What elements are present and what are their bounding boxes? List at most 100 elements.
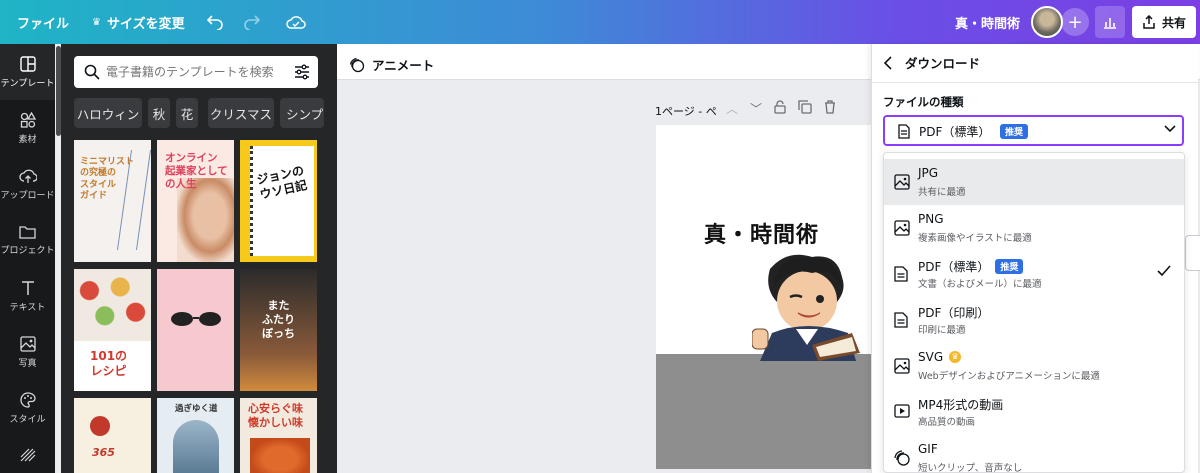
template-thumb-diary[interactable]: ジョンの ウソ日記 [240, 140, 317, 262]
redo-icon[interactable] [241, 11, 263, 33]
file-type-label: ファイルの種類 [883, 95, 964, 109]
photo-icon [19, 335, 36, 352]
rail-label-projects: プロジェクト [0, 245, 55, 256]
plus-icon: + [1067, 11, 1083, 33]
template-thumb-365[interactable]: 365 [74, 398, 151, 473]
back-icon[interactable] [883, 55, 893, 70]
filter-icon[interactable] [294, 64, 310, 80]
lock-icon[interactable] [774, 100, 786, 114]
chevron-down-icon[interactable]: ﹀ [750, 100, 762, 117]
thumb-title: また ふたり ぼっち [262, 299, 295, 340]
option-pdf-print[interactable]: PDF（印刷） 印刷に最適 [884, 297, 1184, 343]
template-thumb-comfort-food[interactable]: 心安らぐ味 懐かしい味 [240, 398, 317, 473]
gif-icon [894, 450, 910, 466]
option-name: PNG [918, 212, 944, 226]
option-desc: 短いクリップ、音声なし [918, 463, 1023, 473]
thumb-title: 過ぎゆく道 [175, 404, 218, 414]
crown-icon: ♛ [949, 351, 962, 363]
share-icon [1143, 15, 1155, 29]
option-name: MP4形式の動画 [918, 398, 1004, 412]
option-name: PDF（印刷） [918, 306, 990, 320]
rail-scrollbar[interactable] [56, 46, 61, 136]
option-desc: 印刷に最適 [918, 325, 966, 336]
duplicate-icon[interactable] [798, 100, 812, 114]
template-thumb-path[interactable]: 過ぎゆく道 [157, 398, 234, 473]
undo-icon[interactable] [204, 11, 226, 33]
page-label[interactable]: 1ページ - ペ [655, 103, 717, 119]
chip-autumn[interactable]: 秋 [148, 98, 170, 128]
rail-item-text[interactable]: テキスト [0, 268, 55, 324]
document-icon [894, 266, 908, 282]
template-icon [19, 55, 36, 72]
share-button[interactable]: 共有 [1132, 6, 1196, 38]
chip-christmas[interactable]: クリスマス [208, 98, 274, 128]
option-name: JPG [918, 166, 939, 180]
animate-icon [349, 57, 365, 72]
template-thumb-recipes[interactable]: 101の レシピ [74, 269, 151, 391]
page-tools: ︿ ﹀ [726, 100, 836, 117]
template-thumb-sunglasses[interactable] [157, 269, 234, 391]
option-svg[interactable]: SVG ♛ Webデザインおよびアニメーションに最適 [884, 343, 1184, 389]
template-thumb-online-business[interactable]: オンライン 起業家として の人生 [157, 140, 234, 262]
rail-label-photos: 写真 [18, 358, 37, 369]
gray-block[interactable] [656, 354, 872, 469]
chip-halloween[interactable]: ハロウィン [74, 98, 142, 128]
rail-item-styles[interactable]: スタイル [0, 380, 55, 436]
rail-item-templates[interactable]: テンプレート [0, 44, 55, 100]
animate-button[interactable]: アニメート [349, 55, 434, 74]
template-thumb-minimalist[interactable]: ミニマリスト の究極の スタイル ガイド [74, 140, 151, 262]
rail-item-projects[interactable]: プロジェクト [0, 212, 55, 268]
image-icon [894, 174, 910, 190]
rail-item-photos[interactable]: 写真 [0, 324, 55, 380]
category-chips: ハロウィン 秋 花 クリスマス シンプル [74, 98, 324, 128]
option-gif[interactable]: GIF 短いクリップ、音声なし [884, 435, 1184, 473]
character-illustration[interactable] [752, 249, 862, 361]
share-label: 共有 [1161, 15, 1186, 30]
template-thumb-couple[interactable]: また ふたり ぼっち [240, 269, 317, 391]
page-heading[interactable]: 真・時間術 [704, 217, 819, 249]
hidden-control-edge[interactable] [1185, 235, 1200, 271]
rail-item-elements[interactable]: 素材 [0, 100, 55, 156]
option-desc: 高品質の動画 [918, 417, 976, 428]
trash-icon[interactable] [824, 100, 836, 114]
text-icon [21, 280, 34, 295]
document-icon [898, 124, 910, 139]
thumb-title: 心安らぐ味 懐かしい味 [248, 402, 303, 429]
file-type-select[interactable]: PDF（標準） 推奨 [883, 115, 1184, 146]
option-png[interactable]: PNG 複素画像やイラストに最適 [884, 205, 1184, 251]
option-desc: 共有に最適 [918, 187, 966, 198]
rail-item-more[interactable] [0, 436, 55, 473]
option-desc: Webデザインおよびアニメーションに最適 [918, 371, 1100, 382]
chip-simple[interactable]: シンプル [280, 98, 324, 128]
file-menu[interactable]: ファイル [17, 13, 69, 32]
rail-item-uploads[interactable]: アップロード [0, 156, 55, 212]
add-collaborator-button[interactable]: + [1061, 8, 1089, 36]
option-name: GIF [918, 442, 938, 456]
image-icon [894, 220, 910, 236]
upload-icon [18, 169, 37, 183]
dish-photo [250, 438, 310, 473]
design-page[interactable]: 真・時間術 [656, 125, 872, 469]
option-desc: 複素画像やイラストに最適 [918, 233, 1032, 244]
insights-button[interactable] [1095, 6, 1125, 38]
selected-file-type: PDF（標準） [919, 125, 991, 139]
resize-button[interactable]: ♛ サイズを変更 [92, 13, 185, 32]
option-jpg[interactable]: JPG 共有に最適 [884, 159, 1184, 205]
option-mp4[interactable]: MP4形式の動画 高品質の動画 [884, 389, 1184, 435]
image-icon [894, 358, 910, 374]
template-search-box[interactable] [74, 56, 318, 88]
option-pdf-standard[interactable]: PDF（標準） 推奨 文書（およびメール）に最適 [884, 251, 1184, 297]
option-name: SVG [918, 350, 944, 364]
elements-icon [20, 111, 36, 128]
video-icon [894, 404, 910, 418]
cloud-saved-icon[interactable] [285, 11, 307, 33]
avatar[interactable] [1031, 6, 1063, 38]
thumb-title: 365 [92, 446, 115, 459]
crown-icon: ♛ [92, 17, 101, 28]
pattern-icon [20, 448, 35, 461]
design-title[interactable]: 真・時間術 [955, 13, 1020, 32]
top-bar: ファイル ♛ サイズを変更 真・時間術 + 共有 [0, 0, 1200, 44]
chevron-up-icon[interactable]: ︿ [726, 100, 738, 117]
search-input[interactable] [106, 62, 286, 82]
chip-flower[interactable]: 花 [176, 98, 198, 128]
